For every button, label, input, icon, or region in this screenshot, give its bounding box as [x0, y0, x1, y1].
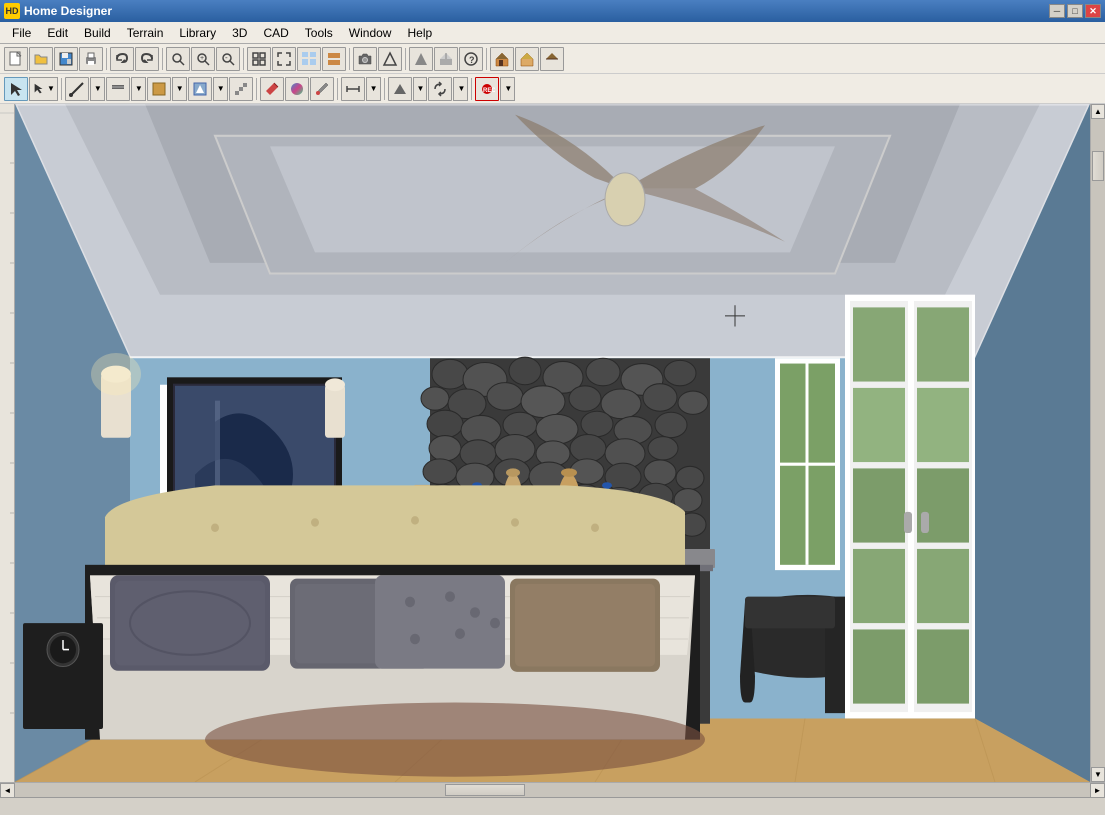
menu-3d[interactable]: 3D	[224, 24, 255, 42]
rotate-dropdown[interactable]: ▼	[453, 77, 468, 101]
menu-bar: File Edit Build Terrain Library 3D CAD T…	[0, 22, 1105, 44]
menu-file[interactable]: File	[4, 24, 39, 42]
undo-button[interactable]	[110, 47, 134, 71]
up-nav-button[interactable]	[388, 77, 412, 101]
scroll-track[interactable]	[1091, 119, 1105, 767]
maximize-button[interactable]: □	[1067, 4, 1083, 18]
up-arrow-button[interactable]	[409, 47, 433, 71]
dimension-tool[interactable]	[341, 77, 365, 101]
roof-button[interactable]	[540, 47, 564, 71]
menu-help[interactable]: Help	[399, 24, 440, 42]
app-icon: HD	[4, 3, 20, 19]
stairs-tool[interactable]	[229, 77, 253, 101]
redo-button[interactable]	[135, 47, 159, 71]
scroll-right-button[interactable]: ►	[1090, 783, 1105, 798]
record-dropdown[interactable]: ▼	[500, 77, 515, 101]
new-button[interactable]	[4, 47, 28, 71]
save-tool-dropdown[interactable]: ▼	[213, 77, 228, 101]
svg-text:REC: REC	[483, 88, 495, 94]
separator-2	[162, 48, 163, 70]
question-button[interactable]: ?	[459, 47, 483, 71]
zoom-in-button[interactable]: +	[191, 47, 215, 71]
title-bar: HD Home Designer ─ □ ✕	[0, 0, 1105, 22]
separator-t2-5	[471, 78, 472, 100]
rotate-tool[interactable]	[428, 77, 452, 101]
fit-view-button[interactable]	[247, 47, 271, 71]
menu-library[interactable]: Library	[171, 24, 224, 42]
3d-scene	[15, 104, 1090, 782]
separator-5	[405, 48, 406, 70]
menu-build[interactable]: Build	[76, 24, 119, 42]
zoom-magnify-button[interactable]	[166, 47, 190, 71]
line-tool[interactable]	[65, 77, 89, 101]
paint-tool[interactable]	[260, 77, 284, 101]
camera-button[interactable]	[353, 47, 377, 71]
dimension-dropdown[interactable]: ▼	[366, 77, 381, 101]
separator-4	[349, 48, 350, 70]
menu-window[interactable]: Window	[341, 24, 400, 42]
select-tool[interactable]	[4, 77, 28, 101]
scroll-thumb[interactable]	[1092, 151, 1104, 181]
full-screen-button[interactable]	[272, 47, 296, 71]
right-scrollbar[interactable]: ▲ ▼	[1090, 104, 1105, 782]
menu-cad[interactable]: CAD	[255, 24, 296, 42]
separator-t2-3	[337, 78, 338, 100]
nav-dropdown[interactable]: ▼	[413, 77, 428, 101]
texture-tool[interactable]	[285, 77, 309, 101]
minimize-button[interactable]: ─	[1049, 4, 1065, 18]
separator-1	[106, 48, 107, 70]
open-button[interactable]	[29, 47, 53, 71]
save-button[interactable]	[54, 47, 78, 71]
separator-t2-2	[256, 78, 257, 100]
eyedropper-tool[interactable]	[310, 77, 334, 101]
room-dropdown[interactable]: ▼	[172, 77, 187, 101]
menu-tools[interactable]: Tools	[297, 24, 341, 42]
record-button[interactable]: REC	[475, 77, 499, 101]
toolbar-2: ▼ ▼ ▼ ▼ ▼ ▼	[0, 74, 1105, 104]
house-button[interactable]	[490, 47, 514, 71]
left-ruler	[0, 104, 15, 782]
floor-button[interactable]	[515, 47, 539, 71]
cursor-dropdown[interactable]: ▼	[29, 77, 58, 101]
line-dropdown[interactable]: ▼	[90, 77, 105, 101]
bottom-scrollbar[interactable]: ◄ ►	[0, 782, 1105, 797]
separator-6	[486, 48, 487, 70]
scroll-down-button[interactable]: ▼	[1091, 767, 1105, 782]
separator-3	[243, 48, 244, 70]
scroll-up-button[interactable]: ▲	[1091, 104, 1105, 119]
scroll-left-button[interactable]: ◄	[0, 783, 15, 798]
viewport[interactable]	[15, 104, 1090, 782]
grid-button[interactable]	[322, 47, 346, 71]
hscroll-thumb[interactable]	[445, 784, 525, 796]
svg-text:+: +	[200, 55, 204, 62]
zoom-out-button[interactable]: -	[216, 47, 240, 71]
hscroll-track[interactable]	[15, 783, 1090, 797]
separator-t2-1	[61, 78, 62, 100]
tile-button[interactable]	[297, 47, 321, 71]
menu-terrain[interactable]: Terrain	[119, 24, 172, 42]
wall-tool[interactable]	[106, 77, 130, 101]
window-controls: ─ □ ✕	[1049, 4, 1101, 18]
walk-view-button[interactable]	[378, 47, 402, 71]
menu-edit[interactable]: Edit	[39, 24, 76, 42]
room-tool[interactable]	[147, 77, 171, 101]
3d-view-button[interactable]	[434, 47, 458, 71]
toolbar-1: + - ?	[0, 44, 1105, 74]
print-button[interactable]	[79, 47, 103, 71]
svg-text:?: ?	[469, 55, 475, 65]
wall-dropdown[interactable]: ▼	[131, 77, 146, 101]
main-area: ▲ ▼	[0, 104, 1105, 782]
close-button[interactable]: ✕	[1085, 4, 1101, 18]
separator-t2-4	[384, 78, 385, 100]
app-title: Home Designer	[24, 4, 1049, 18]
save-tool[interactable]	[188, 77, 212, 101]
svg-text:-: -	[225, 53, 228, 62]
